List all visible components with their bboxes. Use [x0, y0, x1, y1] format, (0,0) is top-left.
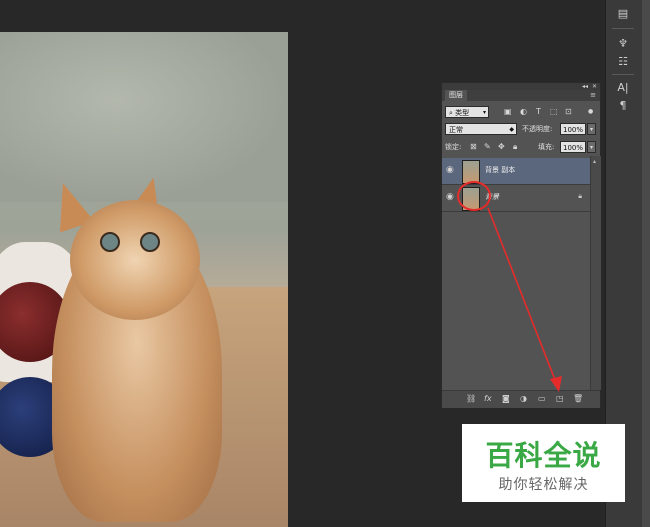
watermark-logo: 百科全说 助你轻松解决 [462, 424, 625, 502]
watermark-subtitle: 助你轻松解决 [498, 477, 589, 493]
watermark-title: 百科全说 [485, 439, 602, 472]
